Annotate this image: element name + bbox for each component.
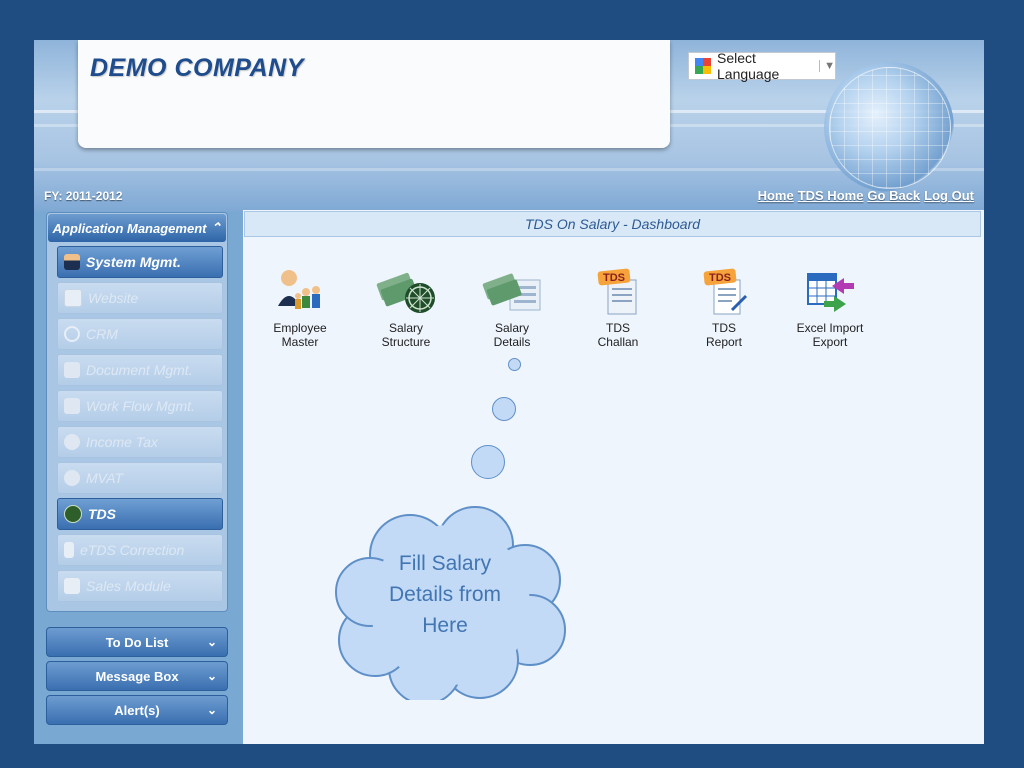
callout-line: Fill Salary — [398, 552, 492, 575]
to-do-list-label: To Do List — [105, 634, 169, 650]
dropdown-arrow-icon: ▼ — [819, 60, 835, 72]
svg-text:TDS: TDS — [709, 272, 731, 284]
label-line: Report — [705, 335, 743, 349]
tds-home-link[interactable]: TDS Home — [798, 188, 864, 203]
label-line: Excel Import — [796, 321, 864, 335]
money-stack-icon — [376, 272, 435, 313]
language-select-label: Select Language — [717, 50, 780, 82]
tds-challan-icon: TDS — [597, 268, 637, 315]
label-line: Salary — [494, 321, 529, 335]
sidebar-item-system-mgmt[interactable]: System Mgmt. — [57, 246, 223, 278]
employee-master-shortcut[interactable]: Employee Master — [252, 266, 348, 349]
go-back-link[interactable]: Go Back — [867, 188, 920, 203]
tds-report-label: TDS Report — [676, 321, 772, 349]
document-search-icon — [64, 362, 80, 378]
header: DEMO COMPANY Select Language ▼ FY: 2011-… — [34, 40, 984, 212]
financial-year-label: FY: 2011-2012 — [44, 189, 123, 203]
sidebar-item-label: System Mgmt. — [86, 254, 181, 270]
chevron-down-icon: ⌄ — [206, 669, 217, 683]
log-out-link[interactable]: Log Out — [924, 188, 974, 203]
sidebar-item-document-mgmt[interactable]: Document Mgmt. — [57, 354, 223, 386]
sales-chart-icon — [64, 578, 80, 594]
sidebar-item-website[interactable]: Website — [57, 282, 223, 314]
callout-line: Here — [422, 614, 468, 637]
callout-text: Fill Salary Details from Here — [370, 548, 520, 641]
file-icon — [64, 542, 74, 558]
application-management-header[interactable]: Application Management ⌃ — [48, 214, 226, 242]
label-line: Challan — [597, 335, 639, 349]
callout-line: Details from — [388, 583, 502, 606]
tds-icon — [64, 505, 82, 523]
excel-import-export-icon — [807, 273, 854, 312]
chevron-down-icon: ⌄ — [206, 703, 217, 717]
label-line: Master — [281, 335, 319, 349]
user-icon — [64, 254, 80, 270]
sidebar-item-income-tax[interactable]: Income Tax — [57, 426, 223, 458]
tds-report-icon: TDS — [703, 268, 748, 315]
top-nav-links: Home TDS Home Go Back Log Out — [758, 188, 974, 203]
excel-import-export-shortcut[interactable]: Excel Import Export — [782, 266, 878, 349]
sidebar-item-tds[interactable]: TDS — [57, 498, 223, 530]
sidebar-item-sales-module[interactable]: Sales Module — [57, 570, 223, 602]
tds-report-shortcut[interactable]: TDS TDS Report — [676, 266, 772, 349]
alerts-button[interactable]: Alert(s) ⌄ — [46, 695, 228, 725]
sidebar-item-label: CRM — [86, 326, 118, 342]
sidebar-item-crm[interactable]: CRM — [57, 318, 223, 350]
thought-bubble-large — [471, 445, 505, 479]
message-box-label: Message Box — [95, 668, 179, 684]
salary-details-shortcut[interactable]: Salary Details — [464, 266, 560, 349]
thought-bubble-medium — [492, 397, 516, 421]
to-do-list-button[interactable]: To Do List ⌄ — [46, 627, 228, 657]
dashboard-title: TDS On Salary - Dashboard — [244, 211, 981, 237]
message-box-button[interactable]: Message Box ⌄ — [46, 661, 228, 691]
label-line: TDS — [606, 321, 630, 335]
thought-bubble-small — [508, 358, 521, 371]
tax-icon — [64, 434, 80, 450]
label-line: Employee — [273, 321, 327, 335]
label-line: Details — [493, 335, 531, 349]
sidebar-item-label: Document Mgmt. — [86, 362, 193, 378]
vat-icon — [64, 470, 80, 486]
sidebar-item-label: Income Tax — [86, 434, 158, 450]
label-line: Salary — [388, 321, 423, 335]
sidebar-item-work-flow-mgmt[interactable]: Work Flow Mgmt. — [57, 390, 223, 422]
gear-icon — [64, 326, 80, 342]
sidebar-item-etds-correction[interactable]: eTDS Correction — [57, 534, 223, 566]
application-management-title: Application Management — [52, 220, 207, 236]
salary-structure-shortcut[interactable]: Salary Structure — [358, 266, 454, 349]
chevron-up-icon: ⌃ — [210, 220, 222, 235]
money-details-icon — [482, 273, 541, 311]
excel-import-export-label: Excel Import Export — [782, 321, 878, 349]
employee-master-label: Employee Master — [252, 321, 348, 349]
sidebar-item-label: Sales Module — [86, 578, 171, 594]
svg-text:TDS: TDS — [603, 272, 625, 284]
workflow-icon — [64, 398, 80, 414]
home-link[interactable]: Home — [758, 188, 794, 203]
label-line: Export — [812, 335, 848, 349]
sidebar-item-label: MVAT — [86, 470, 124, 486]
sidebar-item-label: Work Flow Mgmt. — [86, 398, 195, 414]
chart-icon — [64, 289, 82, 307]
salary-structure-label: Salary Structure — [358, 321, 454, 349]
chevron-down-icon: ⌄ — [206, 635, 217, 649]
label-line: Structure — [381, 335, 431, 349]
tds-challan-label: TDS Challan — [570, 321, 666, 349]
language-select[interactable]: Select Language ▼ — [688, 50, 836, 82]
google-translate-icon — [695, 58, 711, 74]
label-line: TDS — [712, 321, 736, 335]
sidebar-item-label: TDS — [88, 506, 116, 522]
sidebar-item-label: Website — [88, 290, 139, 306]
application-management-panel: Application Management ⌃ System Mgmt. We… — [46, 212, 228, 612]
sidebar-item-mvat[interactable]: MVAT — [57, 462, 223, 494]
alerts-label: Alert(s) — [114, 702, 160, 718]
employee-group-icon — [278, 270, 320, 309]
tds-challan-shortcut[interactable]: TDS TDS Challan — [570, 266, 666, 349]
globe-grid-graphic — [829, 67, 951, 189]
logo-panel: DEMO COMPANY — [78, 40, 670, 148]
sidebar-item-label: eTDS Correction — [80, 542, 185, 558]
salary-details-label: Salary Details — [464, 321, 560, 349]
company-name: DEMO COMPANY — [90, 54, 304, 82]
